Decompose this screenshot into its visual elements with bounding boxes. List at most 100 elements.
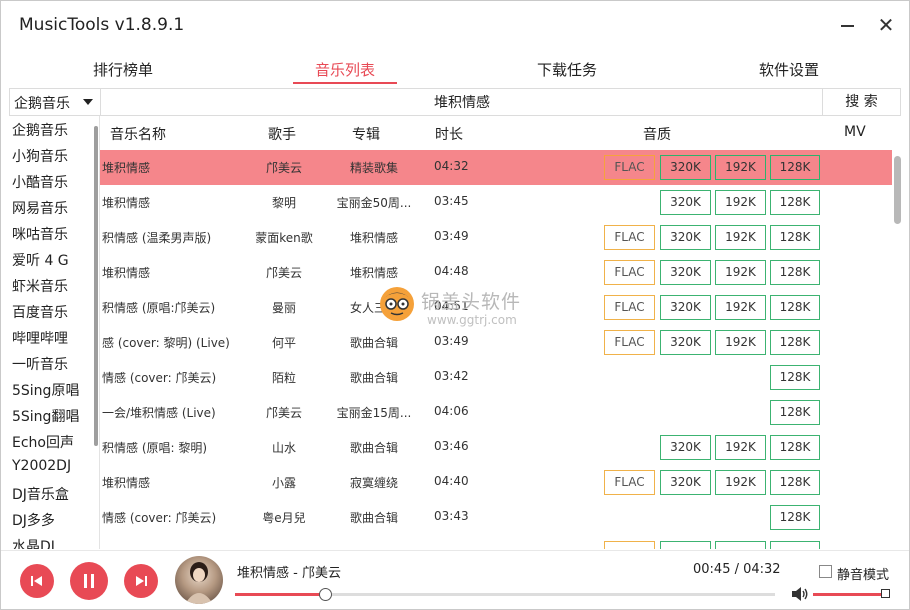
- source-option[interactable]: 一听音乐: [12, 354, 68, 374]
- table-row[interactable]: 情感 (cover: 邝美云) 粤e月兒 歌曲合辑 03:43 128K: [10, 500, 892, 535]
- player-bar: 堆积情感 - 邝美云 00:45 / 04:32 静音模式: [1, 550, 909, 609]
- source-option[interactable]: 咪咕音乐: [12, 224, 68, 244]
- table-row[interactable]: 感 (cover: 黎明) (Live) 何平 歌曲合辑 03:49 FLAC 320K 1…: [10, 325, 892, 360]
- quality-q192-button[interactable]: 192K: [715, 470, 766, 495]
- quality-q192-button[interactable]: 192K: [715, 295, 766, 320]
- quality-q128-button[interactable]: 128K: [770, 155, 820, 180]
- source-option[interactable]: 水晶DJ: [12, 536, 55, 549]
- quality-q128-button[interactable]: 128K: [770, 470, 820, 495]
- now-playing-title: 堆积情感 - 邝美云: [237, 566, 341, 581]
- song-name: 堆积情感: [102, 161, 151, 175]
- quality-flac-button[interactable]: FLAC: [604, 330, 655, 355]
- quality-q192-button[interactable]: 192K: [715, 330, 766, 355]
- quality-flac-button[interactable]: FLAC: [604, 155, 655, 180]
- quality-q128-button[interactable]: 128K: [770, 225, 820, 250]
- source-option[interactable]: 小酷音乐: [12, 172, 68, 192]
- quality-q128-button[interactable]: 128K: [770, 260, 820, 285]
- table-scrollbar-thumb[interactable]: [894, 156, 901, 224]
- table-row[interactable]: 积情感 (原唱: 黎明) 山水 歌曲合辑 03:46 320K 192K 128K: [10, 430, 892, 465]
- col-header-album: 专辑: [352, 127, 380, 143]
- source-option[interactable]: DJ音乐盒: [12, 484, 69, 504]
- source-option[interactable]: DJ多多: [12, 510, 55, 530]
- search-input[interactable]: [102, 89, 822, 115]
- song-artist: 蒙面ken歌: [255, 231, 313, 245]
- song-duration: 03:49: [434, 229, 469, 243]
- quality-q128-button[interactable]: 128K: [770, 365, 820, 390]
- quality-q320-button[interactable]: 320K: [660, 260, 711, 285]
- song-duration: 04:48: [434, 264, 469, 278]
- chevron-down-icon: [83, 99, 93, 105]
- quality-q128-button[interactable]: 128K: [770, 435, 820, 460]
- quality-q128-button[interactable]: 128K: [770, 505, 820, 530]
- song-album: 歌曲合辑: [349, 336, 398, 350]
- source-option[interactable]: 网易音乐: [12, 198, 68, 218]
- previous-button[interactable]: [20, 564, 54, 598]
- source-option[interactable]: 哔哩哔哩: [12, 328, 68, 348]
- quality-q192-button[interactable]: 192K: [715, 155, 766, 180]
- table-row[interactable]: 堆积情感 邝美云 精装歌集 04:32 FLAC 320K 192K 128K: [10, 150, 892, 185]
- tab-settings[interactable]: 软件设置: [725, 59, 853, 80]
- progress-fill: [235, 593, 325, 596]
- close-icon[interactable]: ✕: [874, 13, 898, 37]
- source-option[interactable]: 5Sing原唱: [12, 380, 79, 400]
- quality-flac-button[interactable]: FLAC: [604, 225, 655, 250]
- album-cover[interactable]: [175, 556, 223, 604]
- quality-q320-button[interactable]: 320K: [660, 155, 711, 180]
- table-row[interactable]: 堆积情感 黎明 宝丽金50周... 03:45 320K 192K 128K: [10, 185, 892, 220]
- mute-checkbox[interactable]: [819, 565, 832, 578]
- song-album: 歌曲合辑: [349, 511, 398, 525]
- pause-button[interactable]: [70, 562, 108, 600]
- quality-flac-button[interactable]: FLAC: [604, 295, 655, 320]
- source-dropdown-list: 企鹅音乐小狗音乐小酷音乐网易音乐咪咕音乐爱听 4 G 虾米音乐百度音乐哔哩哔哩一听…: [9, 116, 100, 549]
- dropdown-scrollbar-thumb[interactable]: [94, 126, 98, 446]
- song-name: 积情感 (温柔男声版): [102, 231, 212, 245]
- progress-handle[interactable]: [318, 588, 332, 601]
- quality-q192-button[interactable]: 192K: [715, 190, 766, 215]
- table-row[interactable]: 积情感 (温柔男声版) 蒙面ken歌 堆积情感 03:49 FLAC 320K 192K 12…: [10, 220, 892, 255]
- quality-q320-button[interactable]: 320K: [660, 435, 711, 460]
- quality-q320-button[interactable]: 320K: [660, 330, 711, 355]
- tab-music-list[interactable]: 音乐列表: [281, 59, 409, 80]
- quality-q128-button[interactable]: 128K: [770, 330, 820, 355]
- source-option[interactable]: 5Sing翻唱: [12, 406, 79, 426]
- source-select[interactable]: 企鹅音乐: [10, 89, 101, 115]
- table-row[interactable]: 堆积情感 邝美云 堆积情感 04:48 FLAC 320K 192K 128K: [10, 255, 892, 290]
- quality-q320-button[interactable]: 320K: [660, 225, 711, 250]
- active-tab-indicator: [293, 82, 397, 84]
- source-option[interactable]: 爱听 4 G: [12, 250, 69, 270]
- source-option[interactable]: Echo回声: [12, 432, 74, 452]
- main-tabs: 排行榜单 音乐列表 下载任务 软件设置: [1, 53, 909, 87]
- source-option[interactable]: 虾米音乐: [12, 276, 68, 296]
- quality-q128-button[interactable]: 128K: [770, 190, 820, 215]
- volume-handle[interactable]: [881, 589, 890, 598]
- song-artist: 小露: [271, 476, 296, 490]
- song-duration: 03:42: [434, 369, 469, 383]
- quality-q128-button[interactable]: 128K: [770, 400, 820, 425]
- quality-flac-button[interactable]: FLAC: [604, 260, 655, 285]
- song-album: 宝丽金15周...: [336, 406, 412, 420]
- search-button[interactable]: 搜 索: [822, 89, 900, 115]
- table-row[interactable]: 堆积情感 小露 寂寞缠绕 04:40 FLAC 320K 192K 128K: [10, 465, 892, 500]
- source-option[interactable]: 企鹅音乐: [12, 120, 68, 140]
- quality-q128-button[interactable]: 128K: [770, 295, 820, 320]
- quality-q192-button[interactable]: 192K: [715, 260, 766, 285]
- tab-downloads[interactable]: 下载任务: [503, 59, 631, 80]
- table-row[interactable]: 情感 (cover: 邝美云) 陌粒 歌曲合辑 03:42 128K: [10, 360, 892, 395]
- source-option[interactable]: Y2002DJ: [12, 458, 71, 474]
- next-button[interactable]: [124, 564, 158, 598]
- album-art-image: [185, 562, 213, 604]
- minimize-icon[interactable]: [836, 13, 860, 37]
- quality-q192-button[interactable]: 192K: [715, 435, 766, 460]
- quality-flac-button[interactable]: FLAC: [604, 470, 655, 495]
- quality-q192-button[interactable]: 192K: [715, 225, 766, 250]
- table-row[interactable]: 一会/堆积情感 (Live) 邝美云 宝丽金15周... 04:06 128K: [10, 395, 892, 430]
- quality-q320-button[interactable]: 320K: [660, 470, 711, 495]
- source-option[interactable]: 百度音乐: [12, 302, 68, 322]
- source-option[interactable]: 小狗音乐: [12, 146, 68, 166]
- song-duration: 03:49: [434, 334, 469, 348]
- volume-icon[interactable]: [791, 586, 809, 602]
- quality-q320-button[interactable]: 320K: [660, 295, 711, 320]
- title-bar: MusicTools v1.8.9.1 ✕: [1, 1, 909, 49]
- quality-q320-button[interactable]: 320K: [660, 190, 711, 215]
- tab-rankings[interactable]: 排行榜单: [59, 59, 187, 80]
